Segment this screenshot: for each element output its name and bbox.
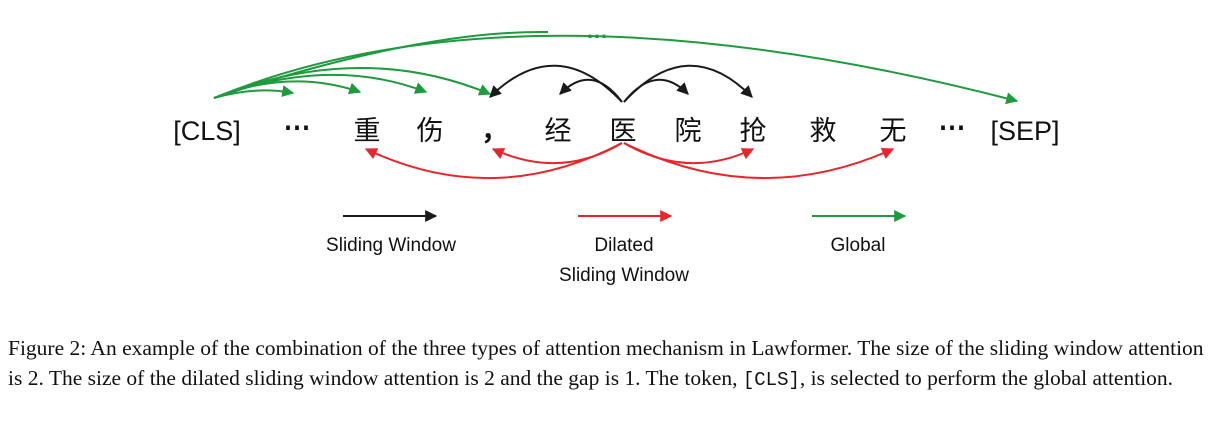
token-jiu: 救 <box>810 116 837 147</box>
token-ellipsis-left: ⋯ <box>284 112 311 142</box>
token-yi: 医 <box>610 116 637 147</box>
sliding-arrow-yuan <box>623 78 689 103</box>
legend-label-dilated-1: Dilated <box>594 235 653 256</box>
token-zhong: 重 <box>354 116 381 147</box>
legend-item-sliding: Sliding Window <box>326 210 456 256</box>
caption-code-cls: [CLS] <box>742 369 800 391</box>
legend-label-sliding: Sliding Window <box>326 235 456 256</box>
sliding-arrow-qiang <box>623 64 753 103</box>
token-jing: 经 <box>545 116 572 147</box>
token-qiang: 抢 <box>740 116 767 147</box>
sliding-window-arrows <box>489 64 753 103</box>
attention-diagram: [CLS] ⋯ 重 伤 ， 经 医 院 抢 救 无 ⋯ [SEP] … Slid… <box>173 18 1059 286</box>
token-sep: [SEP] <box>990 116 1059 146</box>
token-cls: [CLS] <box>173 116 241 146</box>
token-wu: 无 <box>880 116 907 147</box>
sliding-arrow-jing <box>559 78 623 103</box>
legend-item-dilated: Dilated Sliding Window <box>559 210 689 286</box>
figure-caption: Figure 2: An example of the combination … <box>8 333 1223 395</box>
dilated-window-arrows <box>364 142 895 180</box>
dilated-arrow-zhong <box>364 142 623 180</box>
token-row: [CLS] ⋯ 重 伤 ， 经 医 院 抢 救 无 ⋯ [SEP] <box>173 112 1059 147</box>
token-shang: 伤 <box>417 116 444 147</box>
global-ellipsis-marker: … <box>586 18 608 43</box>
global-attention-arrows <box>213 30 1019 105</box>
figure: [CLS] ⋯ 重 伤 ， 经 医 院 抢 救 无 ⋯ [SEP] … Slid… <box>0 0 1229 436</box>
legend-label-global: Global <box>831 235 886 256</box>
token-yuan: 院 <box>675 116 702 147</box>
global-arc-dots <box>213 30 549 99</box>
legend-label-dilated-2: Sliding Window <box>559 265 689 286</box>
token-ellipsis-right: ⋯ <box>939 112 966 142</box>
dilated-arrow-wu <box>623 142 895 180</box>
token-comma: ， <box>482 116 509 147</box>
legend-item-global: Global <box>812 210 907 256</box>
legend: Sliding Window Dilated Sliding Window Gl… <box>326 210 907 286</box>
caption-text-part2: , is selected to perform the global atte… <box>799 366 1174 390</box>
